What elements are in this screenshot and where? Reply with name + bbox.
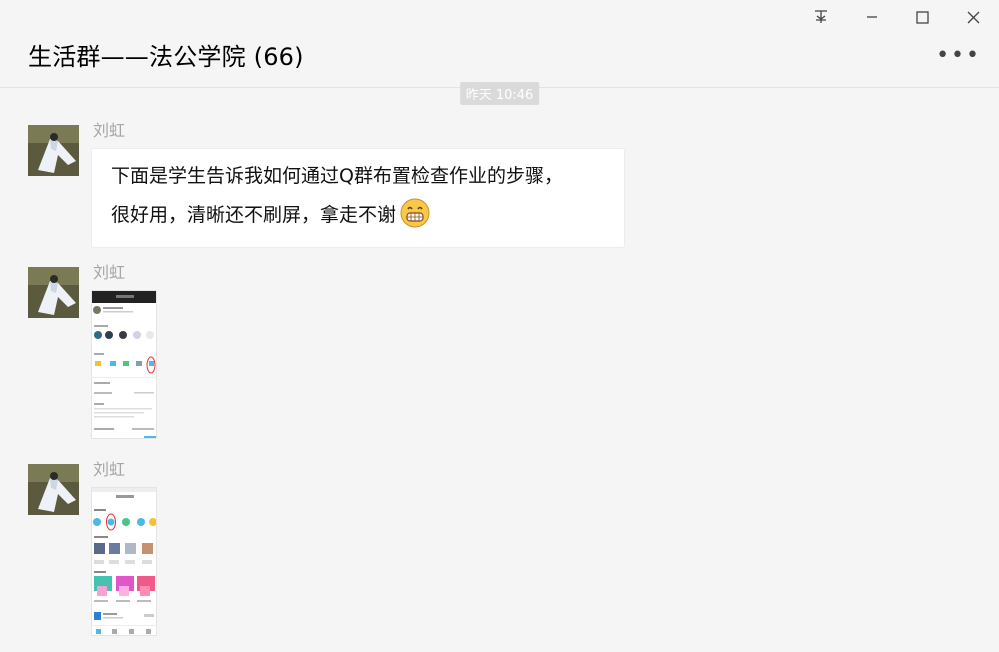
maximize-icon[interactable] xyxy=(897,0,948,34)
avatar[interactable] xyxy=(28,267,79,318)
sender-name: 刘虹 xyxy=(93,121,126,140)
image-message-thumbnail[interactable] xyxy=(91,487,157,636)
grin-emoji-icon xyxy=(400,198,430,228)
sender-name: 刘虹 xyxy=(93,263,126,282)
avatar[interactable] xyxy=(28,125,79,176)
close-icon[interactable] xyxy=(948,0,999,34)
minimize-icon[interactable] xyxy=(846,0,897,34)
message-timestamp: 昨天 10:46 xyxy=(459,82,540,105)
pin-icon[interactable] xyxy=(795,0,846,34)
message-text-line: 下面是学生告诉我如何通过Q群布置检查作业的步骤， xyxy=(111,165,563,187)
more-icon[interactable]: ••• xyxy=(936,45,981,67)
window-controls xyxy=(795,0,999,34)
message-text-line: 很好用，清晰还不刷屏，拿走不谢 xyxy=(111,204,397,226)
chat-title[interactable]: 生活群——法公学院 (66) xyxy=(28,37,304,72)
sender-name: 刘虹 xyxy=(93,460,126,479)
image-message-thumbnail[interactable] xyxy=(91,290,157,439)
avatar[interactable] xyxy=(28,464,79,515)
text-message-bubble[interactable]: 下面是学生告诉我如何通过Q群布置检查作业的步骤， 很好用，清晰还不刷屏，拿走不谢 xyxy=(91,148,625,248)
